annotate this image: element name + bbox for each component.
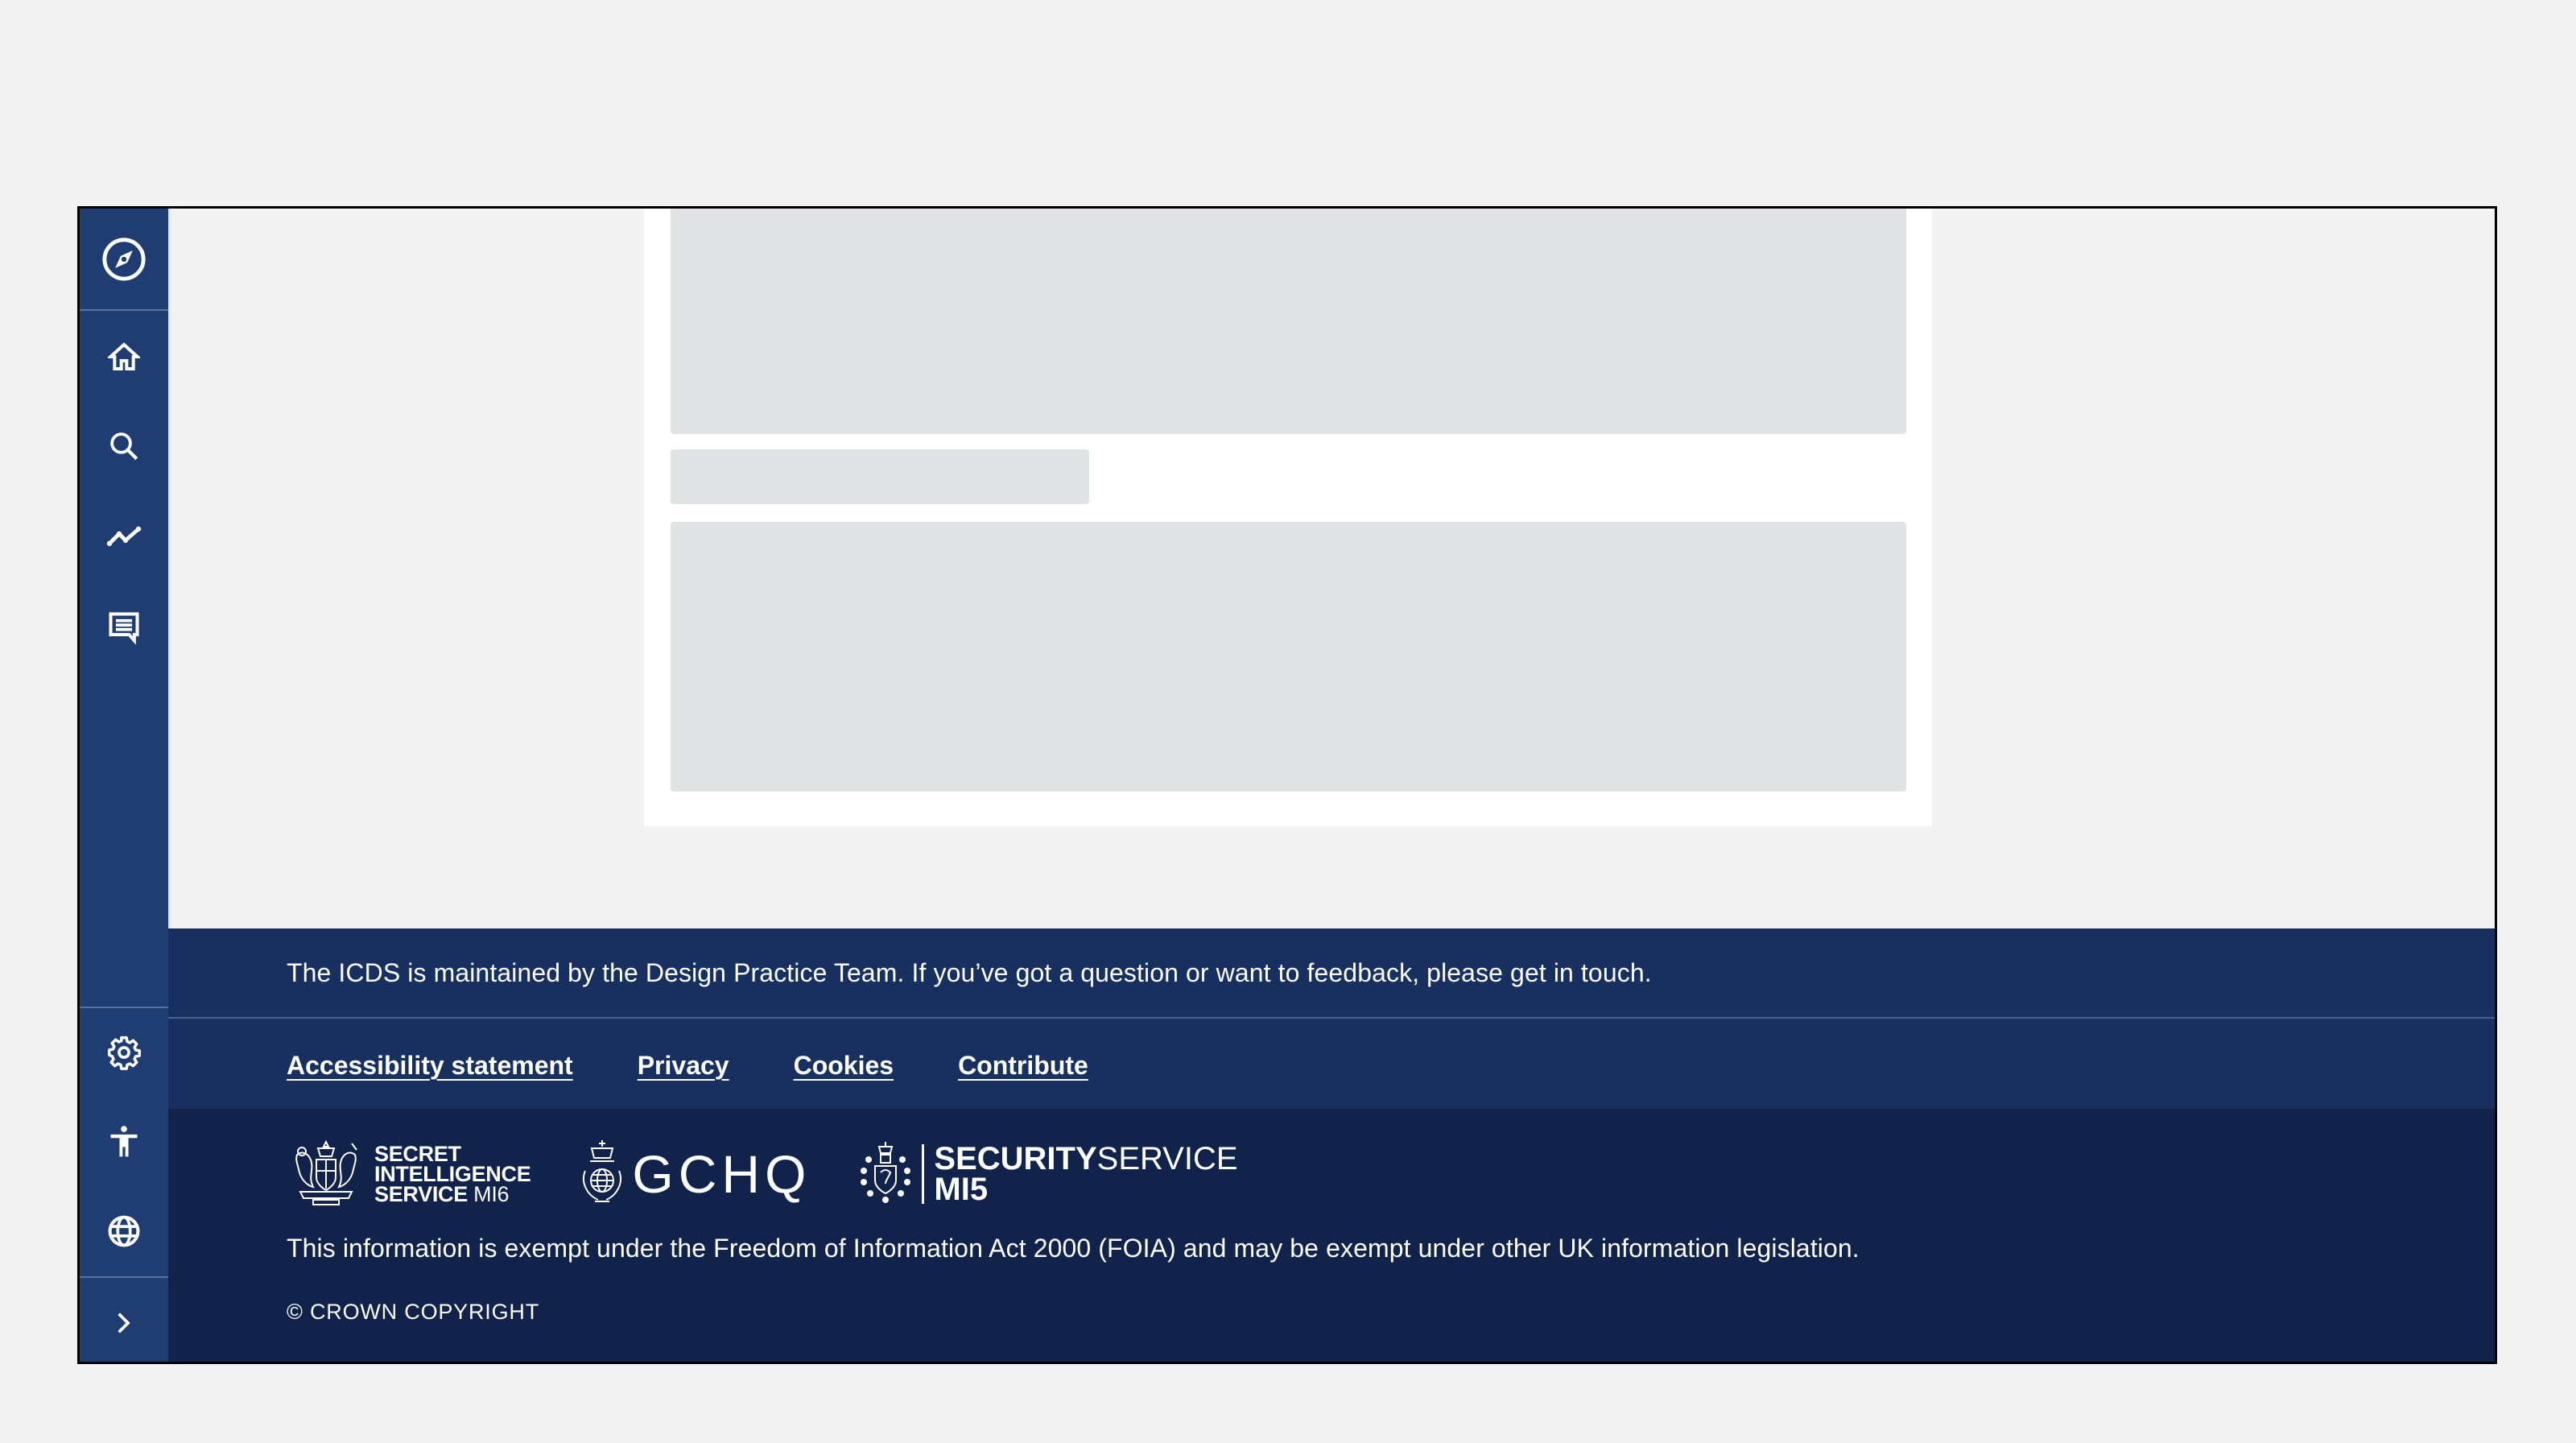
footer-links: Accessibility statement Privacy Cookies … bbox=[287, 1045, 1088, 1085]
sidebar-item-accessibility[interactable] bbox=[80, 1098, 168, 1186]
chevron-right-icon bbox=[112, 1311, 136, 1335]
app-window: The ICDS is maintained by the Design Pra… bbox=[77, 206, 2497, 1364]
sidebar-item-explore[interactable] bbox=[80, 215, 168, 304]
mi6-service: SERVICE bbox=[374, 1181, 468, 1206]
compass-icon bbox=[101, 236, 147, 283]
mi6-line-1: SECRET bbox=[374, 1141, 461, 1166]
footer-message: The ICDS is maintained by the Design Pra… bbox=[287, 958, 1652, 987]
footer-link-contribute[interactable]: Contribute bbox=[958, 1045, 1088, 1085]
footer-legal-section: SECRET INTELLIGENCE SERVICE MI6 GCHQ SEC… bbox=[168, 1109, 2495, 1362]
mi5-logo: SECURITYSERVICE MI5 bbox=[859, 1140, 1238, 1209]
mi5-line-2: MI5 bbox=[934, 1172, 1237, 1207]
gchq-logo: GCHQ bbox=[579, 1139, 811, 1210]
sidebar-item-settings[interactable] bbox=[80, 1008, 168, 1097]
sidebar-item-search[interactable] bbox=[80, 402, 168, 490]
footer-info-section: The ICDS is maintained by the Design Pra… bbox=[168, 928, 2495, 1109]
sidebar-nav bbox=[80, 209, 168, 1362]
mi6-wordmark: SECRET INTELLIGENCE SERVICE MI6 bbox=[374, 1141, 531, 1206]
agency-logos: SECRET INTELLIGENCE SERVICE MI6 GCHQ SEC… bbox=[289, 1138, 1238, 1210]
mi5-label: MI5 bbox=[934, 1172, 989, 1207]
mi6-line-3: SERVICE MI6 bbox=[374, 1181, 530, 1206]
main-content: The ICDS is maintained by the Design Pra… bbox=[168, 209, 2495, 1362]
gear-icon bbox=[106, 1035, 142, 1070]
footer-link-privacy[interactable]: Privacy bbox=[638, 1045, 729, 1085]
site-footer: The ICDS is maintained by the Design Pra… bbox=[168, 928, 2495, 1362]
accessibility-icon bbox=[106, 1124, 142, 1160]
mi5-service: SERVICE bbox=[1096, 1141, 1238, 1176]
royal-coat-of-arms-icon bbox=[289, 1139, 363, 1210]
mi5-wordmark: SECURITYSERVICE MI5 bbox=[934, 1143, 1237, 1205]
content-card bbox=[644, 209, 1932, 826]
sidebar-item-home[interactable] bbox=[80, 312, 168, 401]
sidebar-item-language[interactable] bbox=[80, 1187, 168, 1276]
mi6-logo: SECRET INTELLIGENCE SERVICE MI6 bbox=[289, 1139, 531, 1210]
sidebar-expand-button[interactable] bbox=[80, 1279, 168, 1362]
mi5-divider bbox=[922, 1144, 925, 1204]
sidebar-item-messages[interactable] bbox=[80, 583, 168, 672]
sidebar-divider bbox=[80, 309, 168, 311]
crown-copyright: © CROWN COPYRIGHT bbox=[287, 1300, 539, 1324]
footer-link-accessibility-statement[interactable]: Accessibility statement bbox=[287, 1045, 573, 1085]
gchq-crest-icon bbox=[579, 1139, 625, 1210]
skeleton-hero-placeholder bbox=[671, 209, 1906, 434]
skeleton-title-placeholder bbox=[671, 449, 1089, 504]
skeleton-body-placeholder bbox=[671, 522, 1906, 792]
trending-icon bbox=[105, 516, 143, 555]
gchq-wordmark: GCHQ bbox=[632, 1144, 811, 1204]
search-icon bbox=[107, 429, 141, 463]
mi5-line-1: SECURITYSERVICE bbox=[934, 1141, 1238, 1176]
home-icon bbox=[108, 341, 140, 373]
foia-notice: This information is exempt under the Fre… bbox=[287, 1234, 1860, 1263]
message-icon bbox=[106, 610, 142, 645]
mi6-label: MI6 bbox=[473, 1181, 510, 1206]
footer-divider bbox=[168, 1017, 2495, 1019]
sidebar-item-analytics[interactable] bbox=[80, 491, 168, 580]
mi5-crest-icon bbox=[859, 1140, 912, 1209]
sidebar-divider bbox=[80, 1276, 168, 1278]
footer-link-cookies[interactable]: Cookies bbox=[794, 1045, 894, 1085]
globe-icon bbox=[106, 1214, 142, 1249]
